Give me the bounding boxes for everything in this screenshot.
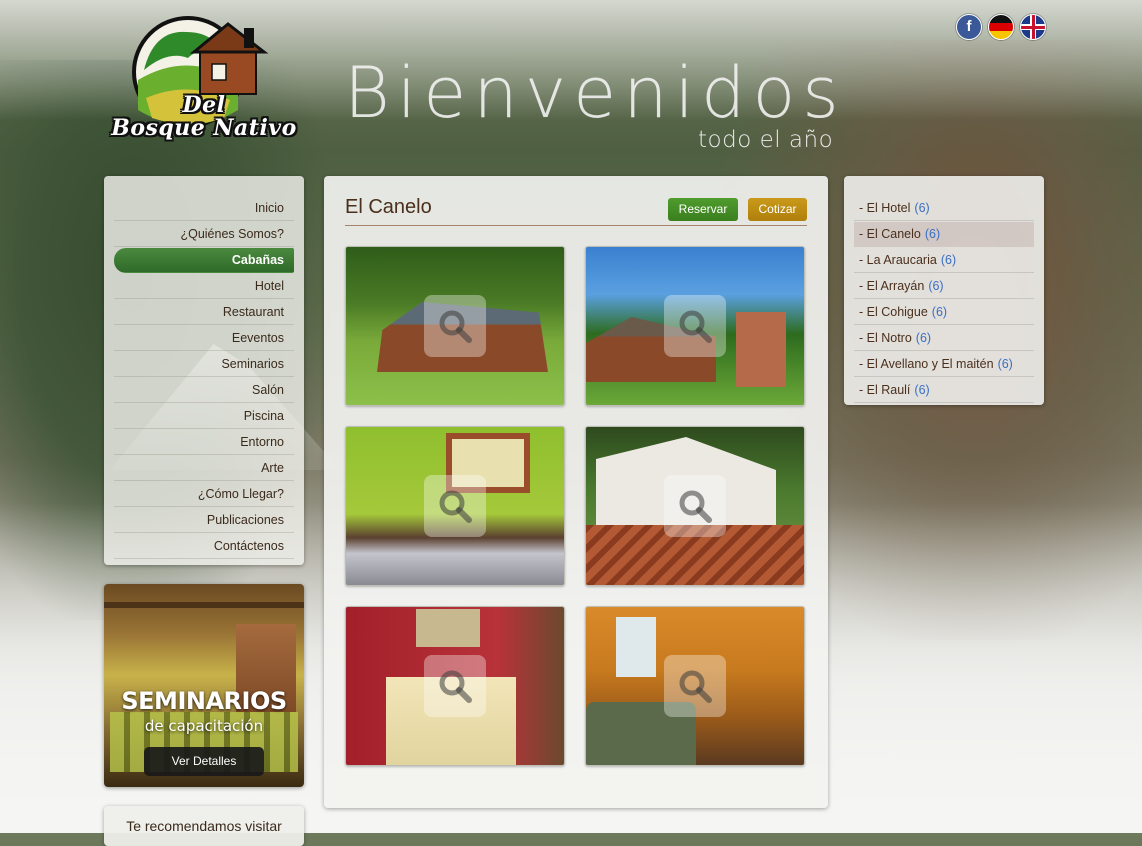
welcome-subheading: todo el año bbox=[698, 127, 834, 153]
nav-item-hotel[interactable]: Hotel bbox=[114, 274, 294, 299]
category-count: (6) bbox=[914, 201, 930, 215]
zoom-icon bbox=[664, 475, 726, 537]
cabin-category-panel: - El Hotel (6) - El Canelo (6) - La Arauca… bbox=[844, 176, 1044, 405]
gallery-thumbnail-2[interactable] bbox=[585, 246, 805, 406]
category-count: (6) bbox=[924, 227, 941, 241]
title-divider bbox=[345, 225, 807, 226]
promo-title: SEMINARIOS bbox=[121, 687, 287, 715]
page-title: El Canelo bbox=[345, 196, 432, 218]
nav-item-arte[interactable]: Arte bbox=[114, 456, 294, 481]
social-language-bar: f bbox=[956, 14, 1046, 40]
cabin-category-list: - El Hotel (6) - El Canelo (6) - La Arauca… bbox=[854, 196, 1034, 404]
recommend-box: Te recomendamos visitar bbox=[104, 806, 304, 846]
nav-item-restaurant[interactable]: Restaurant bbox=[114, 300, 294, 325]
site-logo[interactable]: Del Bosque Nativo bbox=[104, 10, 304, 160]
cotizar-button[interactable]: Cotizar bbox=[748, 198, 807, 221]
seminarios-promo-banner[interactable]: SEMINARIOS de capacitación Ver Detalles bbox=[104, 584, 304, 787]
nav-item-salon[interactable]: Salón bbox=[114, 378, 294, 403]
gallery-thumbnail-3[interactable] bbox=[345, 426, 565, 586]
category-count: (6) bbox=[928, 279, 944, 293]
nav-item-contactenos[interactable]: Contáctenos bbox=[114, 534, 294, 559]
logo-text-del: Del bbox=[182, 92, 226, 118]
zoom-icon bbox=[424, 655, 486, 717]
zoom-icon bbox=[664, 295, 726, 357]
gallery-thumbnail-1[interactable] bbox=[345, 246, 565, 406]
ver-detalles-button[interactable]: Ver Detalles bbox=[144, 747, 264, 776]
zoom-icon bbox=[424, 475, 486, 537]
english-flag-icon[interactable] bbox=[1020, 14, 1046, 40]
category-item-el-cohigue[interactable]: - El Cohigue (6) bbox=[854, 300, 1034, 325]
nav-item-piscina[interactable]: Piscina bbox=[114, 404, 294, 429]
zoom-icon bbox=[424, 295, 486, 357]
category-item-el-arrayan[interactable]: - El Arrayán (6) bbox=[854, 274, 1034, 299]
nav-item-cabanas[interactable]: Cabañas bbox=[114, 248, 294, 273]
nav-item-seminarios[interactable]: Seminarios bbox=[114, 352, 294, 377]
category-count: (6) bbox=[940, 253, 957, 267]
category-item-el-canelo[interactable]: - El Canelo (6) bbox=[854, 222, 1034, 247]
main-navigation-panel: Inicio ¿Quiénes Somos? Cabañas Hotel Res… bbox=[104, 176, 304, 565]
category-item-el-rauli[interactable]: - El Raulí (6) bbox=[854, 378, 1034, 403]
category-item-el-notro[interactable]: - El Notro (6) bbox=[854, 326, 1034, 351]
category-item-la-araucaria[interactable]: - La Araucaria (6) bbox=[854, 248, 1034, 273]
category-count: (6) bbox=[915, 331, 932, 345]
category-item-el-hotel[interactable]: - El Hotel (6) bbox=[854, 196, 1034, 221]
nav-item-como-llegar[interactable]: ¿Cómo Llegar? bbox=[114, 482, 294, 507]
main-navigation: Inicio ¿Quiénes Somos? Cabañas Hotel Res… bbox=[114, 196, 294, 560]
gallery-thumbnail-6[interactable] bbox=[585, 606, 805, 766]
welcome-heading: Bienvenidos bbox=[344, 52, 846, 134]
recommend-label: Te recomendamos visitar bbox=[126, 818, 282, 834]
category-count: (6) bbox=[914, 383, 930, 397]
gallery-thumbnail-4[interactable] bbox=[585, 426, 805, 586]
gallery-thumbnail-5[interactable] bbox=[345, 606, 565, 766]
german-flag-icon[interactable] bbox=[988, 14, 1014, 40]
nav-item-inicio[interactable]: Inicio bbox=[114, 196, 294, 221]
promo-subtitle: de capacitación bbox=[144, 717, 264, 735]
facebook-icon[interactable]: f bbox=[956, 14, 982, 40]
category-count: (6) bbox=[997, 357, 1013, 371]
reservar-button[interactable]: Reservar bbox=[668, 198, 738, 221]
nav-item-entorno[interactable]: Entorno bbox=[114, 430, 294, 455]
category-count: (6) bbox=[931, 305, 948, 319]
category-item-el-avellano[interactable]: - El Avellano y El maitén (6) bbox=[854, 352, 1034, 377]
logo-text-name: Bosque Nativo bbox=[111, 115, 297, 141]
nav-item-eventos[interactable]: Eeventos bbox=[114, 326, 294, 351]
nav-item-publicaciones[interactable]: Publicaciones bbox=[114, 508, 294, 533]
zoom-icon bbox=[664, 655, 726, 717]
nav-item-quienes-somos[interactable]: ¿Quiénes Somos? bbox=[114, 222, 294, 247]
